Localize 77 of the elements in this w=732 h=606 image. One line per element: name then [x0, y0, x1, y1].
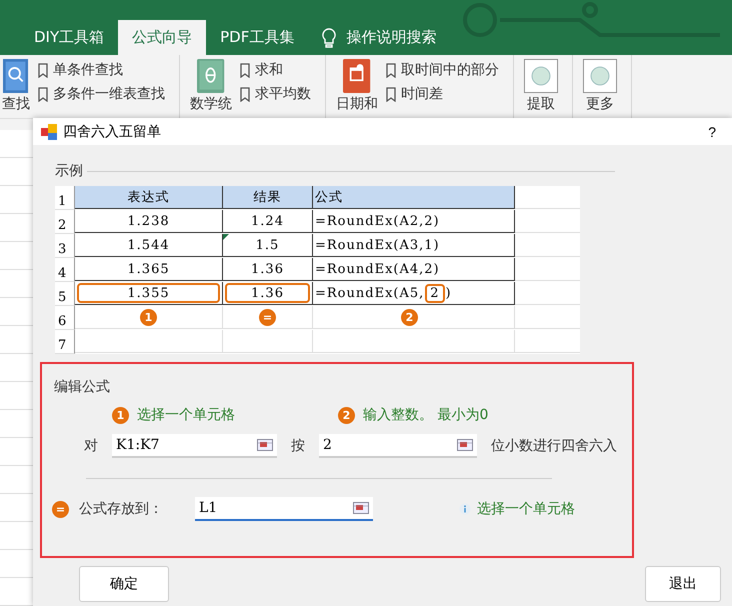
- cell-picker-icon[interactable]: [257, 439, 273, 451]
- row-number: 1: [55, 186, 75, 210]
- ribbon-menu-item[interactable]: 取时间中的部分: [401, 61, 499, 79]
- cell-picker-icon[interactable]: [457, 439, 473, 451]
- ribbon-button-label[interactable]: 提取: [527, 95, 555, 113]
- field-label: 公式存放到：: [79, 500, 164, 518]
- table-cell: 1.36: [223, 258, 313, 281]
- tell-me-search[interactable]: 操作说明搜索: [346, 28, 436, 47]
- bookmark-icon: [38, 62, 48, 78]
- hint-text: 选择一个单元格: [137, 406, 235, 424]
- table-cell: =RoundEx(A2,2): [313, 210, 515, 233]
- step-badge: 2: [338, 406, 355, 424]
- bookmark-icon: [386, 62, 396, 78]
- table-cell: 1.24: [223, 210, 313, 233]
- ribbon-menu-item[interactable]: 多条件一维表查找: [53, 85, 165, 103]
- dialog-title: 四舍六入五留单: [63, 122, 162, 140]
- ribbon-tab[interactable]: PDF工具集: [206, 20, 308, 55]
- input-field[interactable]: K1:K7: [112, 434, 277, 458]
- ribbon-menu-item[interactable]: 时间差: [401, 85, 443, 103]
- hint-text: 选择一个单元格: [477, 500, 575, 518]
- row-number: 3: [55, 234, 75, 258]
- search-book-icon[interactable]: [3, 59, 29, 93]
- column-header: 结果: [223, 186, 313, 209]
- cell-picker-icon[interactable]: [353, 502, 369, 514]
- app-icon: [41, 124, 57, 140]
- ribbon-button-label[interactable]: 日期和: [336, 95, 378, 113]
- row-number: 5: [55, 282, 75, 306]
- calendar-book-icon[interactable]: [343, 59, 371, 93]
- hint-text: 输入整数。 最小为0: [363, 406, 488, 424]
- group-title: 示例: [55, 162, 87, 180]
- exit-button[interactable]: 退出: [645, 566, 721, 602]
- ribbon-button-label[interactable]: 数学统: [190, 95, 232, 113]
- bookmark-icon: [240, 62, 250, 78]
- ribbon-tab[interactable]: 公式向导: [118, 20, 206, 55]
- table-cell: 1.238: [75, 210, 223, 233]
- row-number: 2: [55, 210, 75, 234]
- bookmark-icon: [38, 86, 48, 102]
- column-header: 公式: [313, 186, 515, 209]
- section-title: 编辑公式: [54, 378, 111, 396]
- lightbulb-icon: [322, 28, 336, 48]
- row-number: 6: [55, 306, 75, 330]
- highlight-frame: 1.36: [225, 283, 310, 303]
- bookmark-icon: [240, 86, 250, 102]
- ribbon-menu-item[interactable]: 单条件查找: [53, 61, 123, 79]
- table-cell: 1.365: [75, 258, 223, 281]
- ribbon-menu-item[interactable]: 求和: [255, 61, 283, 79]
- field-label: 位小数进行四舍六入: [491, 437, 617, 455]
- step-badge: 1: [112, 406, 129, 424]
- table-cell: =RoundEx(A3,1): [313, 234, 515, 257]
- bookmark-icon: [386, 86, 396, 102]
- table-cell: =RoundEx(A5, 2 ): [313, 282, 515, 305]
- callout-badge: =: [259, 308, 276, 326]
- column-header: 表达式: [75, 186, 223, 209]
- input-field[interactable]: L1: [195, 497, 373, 521]
- ok-button[interactable]: 确定: [79, 566, 169, 602]
- help-button[interactable]: ?: [700, 124, 724, 140]
- highlight-frame: 2: [425, 284, 445, 302]
- field-label: 对: [84, 437, 98, 455]
- circle-button-icon[interactable]: [524, 59, 558, 93]
- input-field[interactable]: 2: [319, 434, 477, 458]
- ribbon-tab[interactable]: DIY工具箱: [20, 20, 118, 55]
- step-badge: =: [52, 500, 69, 518]
- circle-button-icon[interactable]: [583, 59, 617, 93]
- theta-book-icon[interactable]: [197, 59, 225, 93]
- ribbon-button-label[interactable]: 查找: [2, 95, 30, 113]
- field-label: 按: [291, 437, 305, 455]
- highlight-frame: 1.355: [77, 283, 220, 303]
- row-number: 7: [55, 330, 75, 354]
- ribbon-button-label[interactable]: 更多: [586, 95, 614, 113]
- info-icon: [459, 503, 471, 515]
- table-cell: 1.544: [75, 234, 223, 257]
- table-cell: =RoundEx(A4,2): [313, 258, 515, 281]
- callout-badge: 1: [140, 308, 157, 326]
- callout-badge: 2: [401, 308, 418, 326]
- ribbon-menu-item[interactable]: 求平均数: [255, 85, 311, 103]
- table-cell: 1.5: [223, 234, 313, 257]
- row-number: 4: [55, 258, 75, 282]
